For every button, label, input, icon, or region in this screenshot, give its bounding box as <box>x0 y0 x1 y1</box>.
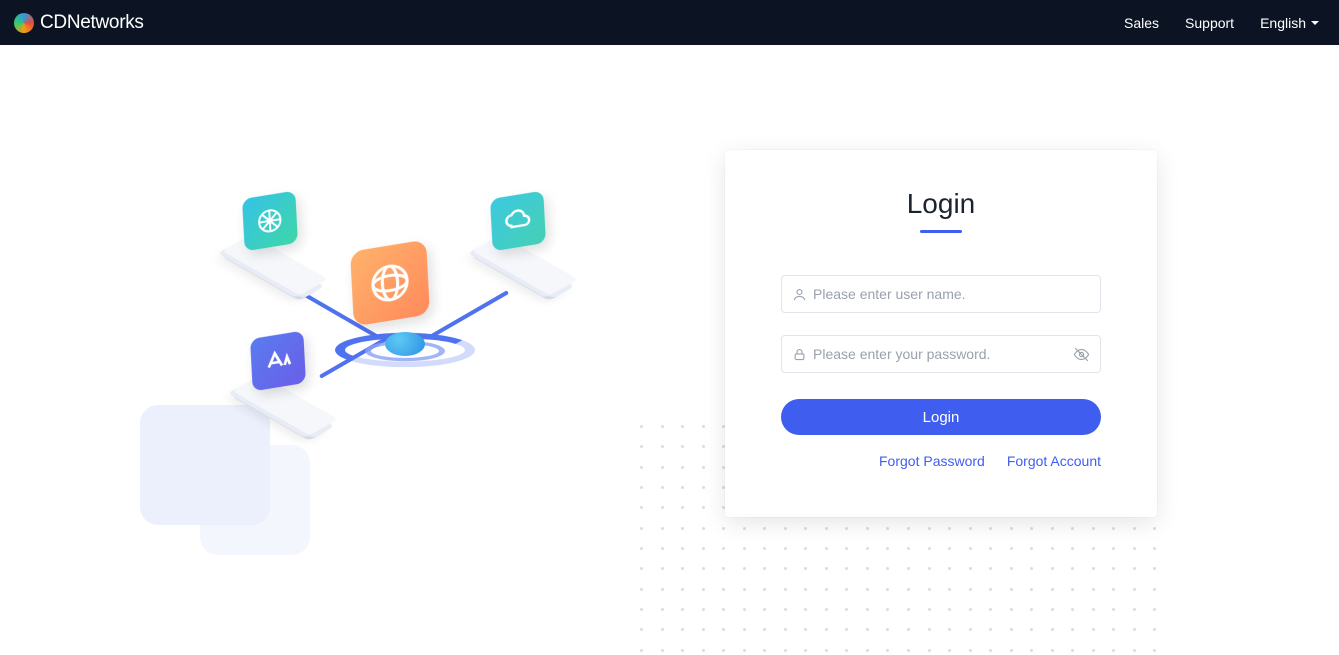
login-title: Login <box>781 188 1101 220</box>
nav-support[interactable]: Support <box>1185 15 1234 31</box>
title-underline <box>920 230 962 233</box>
node-card-icon <box>242 191 298 252</box>
network-illustration <box>180 175 620 515</box>
login-button[interactable]: Login <box>781 399 1101 435</box>
helper-links: Forgot Password Forgot Account <box>781 453 1101 469</box>
language-selector[interactable]: English <box>1260 15 1319 31</box>
password-field-wrap <box>781 335 1101 373</box>
password-input[interactable] <box>813 346 1073 362</box>
hub-card-icon <box>350 239 430 326</box>
node-card-icon <box>250 331 306 392</box>
toggle-password-visibility-icon[interactable] <box>1073 346 1090 363</box>
forgot-account-link[interactable]: Forgot Account <box>1007 453 1101 469</box>
illustration <box>0 105 700 565</box>
header-nav: Sales Support English <box>1124 15 1319 31</box>
forgot-password-link[interactable]: Forgot Password <box>879 453 985 469</box>
brand-logo-icon <box>14 13 34 33</box>
username-input[interactable] <box>813 286 1090 302</box>
username-field-wrap <box>781 275 1101 313</box>
brand-logo[interactable]: CDNetworks <box>14 12 144 34</box>
brand-name: CDNetworks <box>40 12 144 34</box>
main-content: Login Login Forgot Password Forgot Accou… <box>0 45 1339 565</box>
language-label: English <box>1260 15 1306 31</box>
lock-icon <box>792 347 807 362</box>
user-icon <box>792 287 807 302</box>
nav-sales[interactable]: Sales <box>1124 15 1159 31</box>
login-panel: Login Login Forgot Password Forgot Accou… <box>725 150 1157 517</box>
node-card-icon <box>490 191 546 252</box>
chevron-down-icon <box>1311 21 1319 25</box>
header-bar: CDNetworks Sales Support English <box>0 0 1339 45</box>
